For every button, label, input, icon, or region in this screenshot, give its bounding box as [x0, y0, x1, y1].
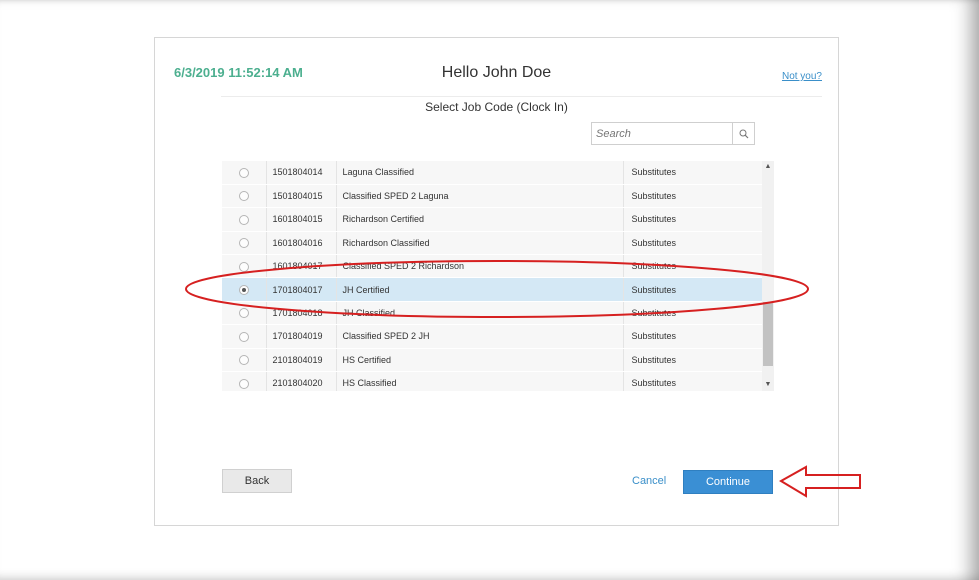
- job-category-cell: Substitutes: [623, 277, 762, 302]
- job-name-cell: Classified SPED 2 Laguna: [336, 184, 624, 209]
- job-code-radio[interactable]: [238, 167, 249, 178]
- job-name-cell: Classified SPED 2 Richardson: [336, 254, 624, 279]
- search-input[interactable]: [592, 123, 732, 144]
- search-box: [591, 122, 755, 145]
- row-radio-cell[interactable]: [222, 231, 266, 256]
- scroll-down-arrow-icon[interactable]: ▼: [762, 379, 774, 391]
- job-name-cell: Classified SPED 2 JH: [336, 324, 624, 349]
- job-code-list: 1501804014 Laguna Classified Substitutes 15…: [222, 161, 774, 391]
- clock-in-dialog: 6/3/2019 11:52:14 AM Hello John Doe Not …: [154, 37, 839, 526]
- page-subtitle: Select Job Code (Clock In): [425, 100, 568, 114]
- job-code-cell: 1501804015: [265, 184, 337, 209]
- search-button[interactable]: [732, 123, 754, 144]
- table-row[interactable]: 1501804014 Laguna Classified Substitutes: [222, 161, 762, 185]
- job-code-radio[interactable]: [238, 261, 249, 272]
- job-code-radio[interactable]: [238, 284, 249, 295]
- job-code-cell: 2101804019: [265, 348, 337, 373]
- row-radio-cell[interactable]: [222, 254, 266, 279]
- row-radio-cell[interactable]: [222, 301, 266, 326]
- job-code-radio[interactable]: [238, 191, 249, 202]
- row-radio-cell[interactable]: [222, 207, 266, 232]
- job-category-cell: Substitutes: [623, 254, 762, 279]
- job-name-cell: JH Certified: [336, 277, 624, 302]
- table-row[interactable]: 1601804015 Richardson Certified Substitute…: [222, 207, 762, 232]
- job-category-cell: Substitutes: [623, 231, 762, 256]
- table-row[interactable]: 1601804017 Classified SPED 2 Richardson Su…: [222, 254, 762, 279]
- job-name-cell: HS Certified: [336, 348, 624, 373]
- job-name-cell: Richardson Classified: [336, 231, 624, 256]
- search-icon: [739, 129, 748, 138]
- job-code-table: 1501804014 Laguna Classified Substitutes 15…: [222, 161, 762, 391]
- job-code-cell: 1701804017: [265, 277, 337, 302]
- table-row[interactable]: 1701804017 JH Certified Substitutes: [222, 277, 762, 302]
- header-divider: [221, 96, 822, 97]
- scrollbar-thumb[interactable]: [763, 302, 773, 366]
- job-category-cell: Substitutes: [623, 348, 762, 373]
- row-radio-cell[interactable]: [222, 371, 266, 391]
- job-list-scrollbar[interactable]: ▲ ▼: [762, 161, 774, 391]
- job-code-radio[interactable]: [238, 331, 249, 342]
- table-row[interactable]: 1701804019 Classified SPED 2 JH Substitute…: [222, 324, 762, 349]
- job-code-radio[interactable]: [238, 214, 249, 225]
- job-code-cell: 1501804014: [265, 161, 337, 185]
- job-code-cell: 1701804019: [265, 324, 337, 349]
- job-code-cell: 1701804018: [265, 301, 337, 326]
- job-code-radio[interactable]: [238, 378, 249, 389]
- job-code-radio[interactable]: [238, 308, 249, 319]
- job-code-radio[interactable]: [238, 238, 249, 249]
- job-code-cell: 1601804016: [265, 231, 337, 256]
- job-category-cell: Substitutes: [623, 371, 762, 391]
- row-radio-cell[interactable]: [222, 277, 266, 302]
- table-row[interactable]: 1501804015 Classified SPED 2 Laguna Substi…: [222, 184, 762, 209]
- continue-button[interactable]: Continue: [683, 470, 773, 494]
- job-name-cell: Richardson Certified: [336, 207, 624, 232]
- job-code-cell: 1601804015: [265, 207, 337, 232]
- job-category-cell: Substitutes: [623, 161, 762, 185]
- table-row[interactable]: 1601804016 Richardson Classified Substitut…: [222, 231, 762, 256]
- row-radio-cell[interactable]: [222, 184, 266, 209]
- job-category-cell: Substitutes: [623, 301, 762, 326]
- job-category-cell: Substitutes: [623, 184, 762, 209]
- job-name-cell: HS Classified: [336, 371, 624, 391]
- job-name-cell: Laguna Classified: [336, 161, 624, 185]
- back-button[interactable]: Back: [222, 469, 292, 493]
- job-code-cell: 2101804020: [265, 371, 337, 391]
- job-category-cell: Substitutes: [623, 324, 762, 349]
- job-code-cell: 1601804017: [265, 254, 337, 279]
- table-row[interactable]: 1701804018 JH Classified Substitutes: [222, 301, 762, 326]
- table-row[interactable]: 2101804020 HS Classified Substitutes: [222, 371, 762, 391]
- scroll-up-arrow-icon[interactable]: ▲: [762, 161, 774, 173]
- job-code-radio[interactable]: [238, 355, 249, 366]
- row-radio-cell[interactable]: [222, 348, 266, 373]
- job-category-cell: Substitutes: [623, 207, 762, 232]
- row-radio-cell[interactable]: [222, 161, 266, 185]
- not-you-link[interactable]: Not you?: [782, 71, 822, 82]
- greeting-title: Hello John Doe: [441, 64, 552, 81]
- job-name-cell: JH Classified: [336, 301, 624, 326]
- row-radio-cell[interactable]: [222, 324, 266, 349]
- cancel-button[interactable]: Cancel: [632, 475, 666, 487]
- table-row[interactable]: 2101804019 HS Certified Substitutes: [222, 348, 762, 373]
